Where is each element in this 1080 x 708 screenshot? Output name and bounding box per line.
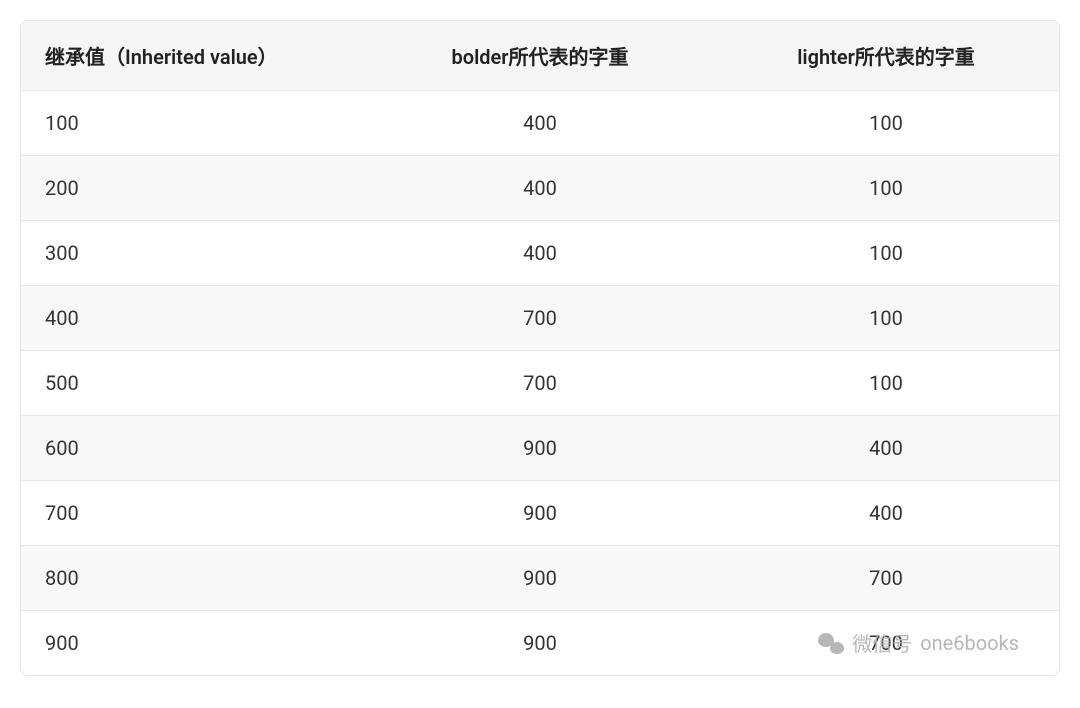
cell-lighter: 100 xyxy=(713,221,1059,286)
cell-inherited: 200 xyxy=(21,156,367,221)
table-row: 400 700 100 xyxy=(21,286,1059,351)
cell-inherited: 600 xyxy=(21,416,367,481)
header-row: 继承值（Inherited value） bolder所代表的字重 lighte… xyxy=(21,21,1059,91)
cell-inherited: 100 xyxy=(21,91,367,156)
cell-bolder: 400 xyxy=(367,156,713,221)
cell-bolder: 900 xyxy=(367,546,713,611)
cell-inherited: 500 xyxy=(21,351,367,416)
header-lighter: lighter所代表的字重 xyxy=(713,21,1059,91)
cell-bolder: 900 xyxy=(367,611,713,676)
table-body: 100 400 100 200 400 100 300 400 100 400 … xyxy=(21,91,1059,676)
header-inherited-value: 继承值（Inherited value） xyxy=(21,21,367,91)
cell-bolder: 900 xyxy=(367,481,713,546)
cell-bolder: 700 xyxy=(367,351,713,416)
table-row: 600 900 400 xyxy=(21,416,1059,481)
cell-bolder: 900 xyxy=(367,416,713,481)
table-row: 300 400 100 xyxy=(21,221,1059,286)
table-header: 继承值（Inherited value） bolder所代表的字重 lighte… xyxy=(21,21,1059,91)
cell-lighter: 100 xyxy=(713,91,1059,156)
cell-bolder: 400 xyxy=(367,91,713,156)
cell-bolder: 400 xyxy=(367,221,713,286)
table-row: 500 700 100 xyxy=(21,351,1059,416)
cell-lighter: 100 xyxy=(713,156,1059,221)
table-row: 700 900 400 xyxy=(21,481,1059,546)
font-weight-table: 继承值（Inherited value） bolder所代表的字重 lighte… xyxy=(21,21,1059,675)
cell-lighter: 100 xyxy=(713,286,1059,351)
cell-lighter: 400 xyxy=(713,416,1059,481)
cell-lighter: 700 xyxy=(713,611,1059,676)
cell-inherited: 400 xyxy=(21,286,367,351)
cell-bolder: 700 xyxy=(367,286,713,351)
cell-inherited: 800 xyxy=(21,546,367,611)
cell-inherited: 300 xyxy=(21,221,367,286)
cell-inherited: 700 xyxy=(21,481,367,546)
font-weight-table-container: 继承值（Inherited value） bolder所代表的字重 lighte… xyxy=(20,20,1060,676)
table-row: 900 900 700 xyxy=(21,611,1059,676)
table-row: 100 400 100 xyxy=(21,91,1059,156)
cell-lighter: 700 xyxy=(713,546,1059,611)
table-row: 800 900 700 xyxy=(21,546,1059,611)
cell-lighter: 400 xyxy=(713,481,1059,546)
header-bolder: bolder所代表的字重 xyxy=(367,21,713,91)
cell-lighter: 100 xyxy=(713,351,1059,416)
table-row: 200 400 100 xyxy=(21,156,1059,221)
cell-inherited: 900 xyxy=(21,611,367,676)
